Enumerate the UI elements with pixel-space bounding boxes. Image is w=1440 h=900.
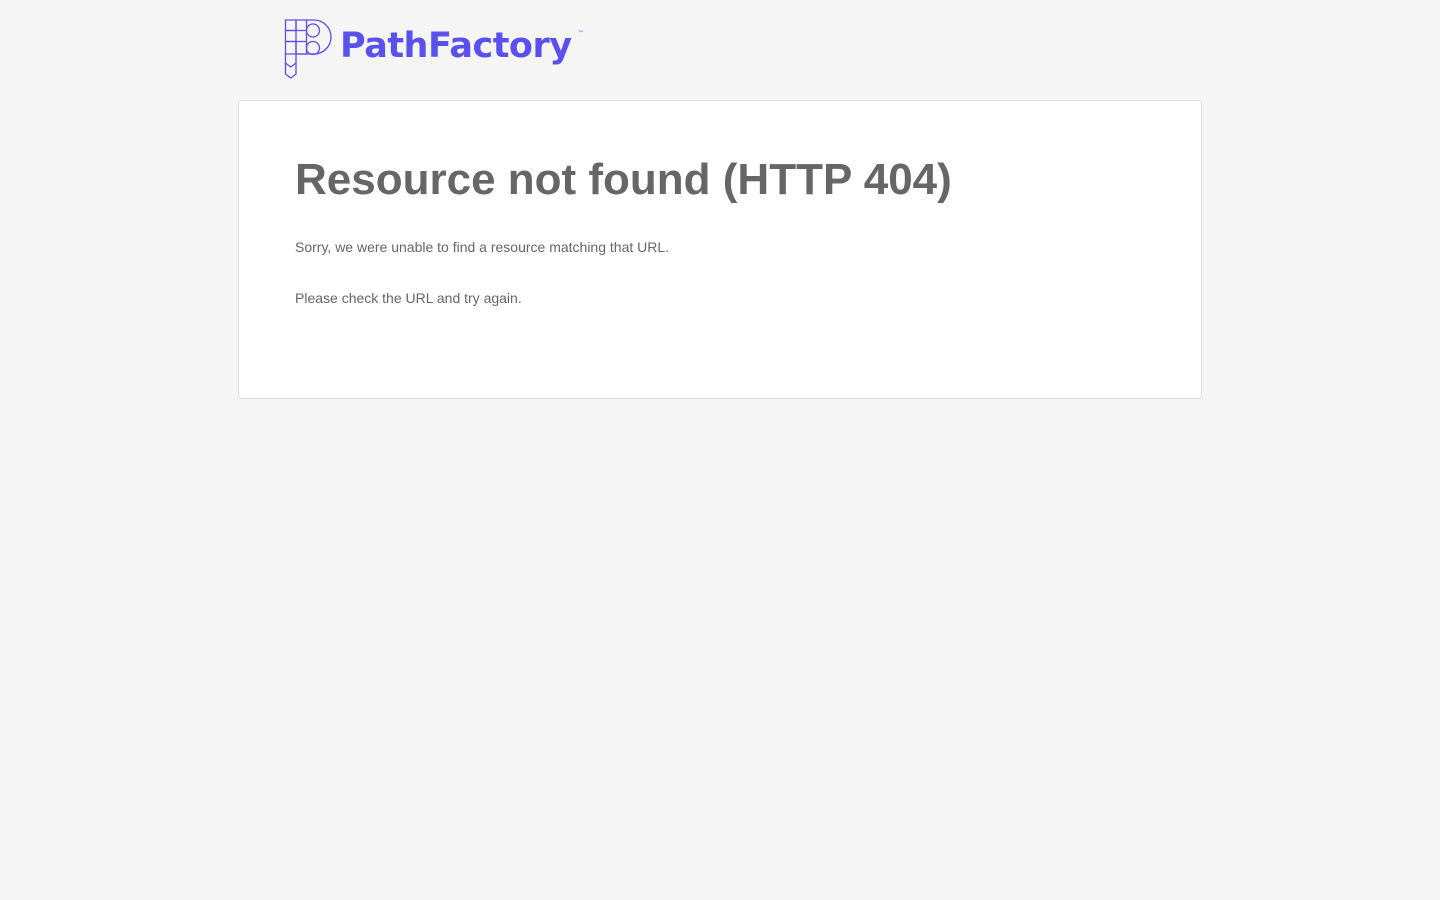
- error-message-primary: Sorry, we were unable to find a resource…: [295, 239, 670, 255]
- pathfactory-logo-link[interactable]: PathFactory ™: [284, 18, 584, 80]
- error-message-secondary: Please check the URL and try again.: [295, 290, 522, 306]
- site-header: PathFactory ™: [284, 18, 584, 80]
- pathfactory-logo-text: PathFactory ™: [340, 25, 584, 66]
- logo-text: PathFactory: [340, 25, 572, 66]
- trademark-symbol: ™: [577, 29, 584, 37]
- error-card: Resource not found (HTTP 404) Sorry, we …: [238, 100, 1202, 399]
- error-title: Resource not found (HTTP 404): [295, 155, 952, 204]
- pathfactory-logo-icon: [284, 19, 332, 79]
